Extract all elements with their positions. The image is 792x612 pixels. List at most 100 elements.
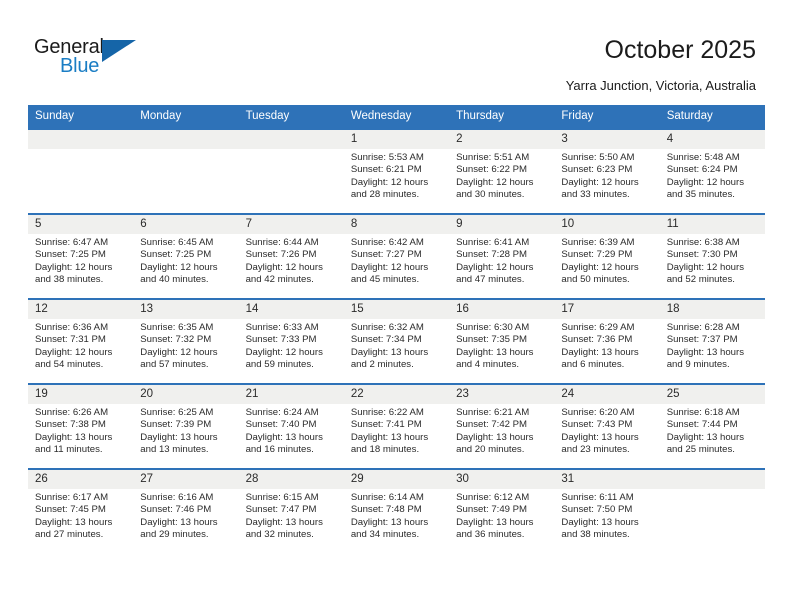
calendar-day-cell[interactable]: 19 Sunrise: 6:26 AM Sunset: 7:38 PM Dayligh… bbox=[28, 383, 134, 469]
day-daylight-line1-text: Daylight: 12 hours bbox=[666, 176, 745, 188]
calendar-day-cell[interactable]: 8 Sunrise: 6:42 AM Sunset: 7:27 PM Daylight… bbox=[343, 213, 450, 299]
weekday-header-sunday: Sunday bbox=[28, 105, 134, 129]
day-daylight-line1-text: Daylight: 13 hours bbox=[561, 346, 639, 358]
day-sunset-text: Sunset: 7:37 PM bbox=[666, 334, 738, 346]
day-sunrise-text: Sunrise: 6:45 AM bbox=[140, 237, 214, 248]
calendar-empty-cell bbox=[659, 468, 765, 553]
day-number: 2 bbox=[449, 130, 555, 149]
calendar-day-cell[interactable]: 10 Sunrise: 6:39 AM Sunset: 7:29 PM Dayligh… bbox=[554, 213, 660, 299]
day-daylight-line1-text: Daylight: 13 hours bbox=[350, 431, 429, 443]
day-sun-info: Sunrise: 5:53 AM Sunset: 6:21 PM Daylight:… bbox=[344, 149, 449, 202]
calendar-day-cell[interactable]: 24 Sunrise: 6:20 AM Sunset: 7:43 PM Dayligh… bbox=[554, 383, 660, 469]
calendar-day-cell[interactable]: 4 Sunrise: 5:48 AM Sunset: 6:24 PM Daylight… bbox=[659, 128, 765, 214]
day-sun-info: Sunrise: 6:35 AM Sunset: 7:32 PM Daylight:… bbox=[133, 319, 238, 372]
day-sunrise-text: Sunrise: 6:20 AM bbox=[561, 407, 635, 418]
calendar-empty-cell bbox=[238, 128, 344, 214]
calendar-day-cell[interactable]: 17 Sunrise: 6:29 AM Sunset: 7:36 PM Dayligh… bbox=[554, 298, 660, 384]
day-daylight-line2-text: and 38 minutes. bbox=[35, 274, 104, 286]
day-daylight-line2-text: and 42 minutes. bbox=[245, 274, 314, 286]
calendar-day-cell[interactable]: 18 Sunrise: 6:28 AM Sunset: 7:37 PM Dayligh… bbox=[659, 298, 765, 384]
day-daylight-line1-text: Daylight: 13 hours bbox=[456, 516, 534, 528]
day-sunset-text: Sunset: 7:44 PM bbox=[666, 419, 738, 431]
calendar-day-cell[interactable]: 28 Sunrise: 6:15 AM Sunset: 7:47 PM Dayligh… bbox=[238, 468, 344, 553]
day-sunset-text: Sunset: 6:21 PM bbox=[350, 164, 422, 176]
calendar-day-cell[interactable]: 14 Sunrise: 6:33 AM Sunset: 7:33 PM Dayligh… bbox=[238, 298, 344, 384]
day-sunset-text: Sunset: 7:38 PM bbox=[35, 419, 106, 431]
calendar-day-cell[interactable]: 15 Sunrise: 6:32 AM Sunset: 7:34 PM Dayligh… bbox=[343, 298, 450, 384]
weekday-header-monday: Monday bbox=[133, 105, 239, 129]
day-sunrise-text: Sunrise: 6:24 AM bbox=[245, 407, 319, 418]
day-number: 21 bbox=[238, 385, 344, 404]
calendar-day-cell[interactable]: 13 Sunrise: 6:35 AM Sunset: 7:32 PM Dayligh… bbox=[133, 298, 239, 384]
page-subtitle-location: Yarra Junction, Victoria, Australia bbox=[565, 78, 756, 93]
day-daylight-line1-text: Daylight: 13 hours bbox=[561, 431, 639, 443]
day-sunrise-text: Sunrise: 6:42 AM bbox=[350, 237, 424, 248]
day-daylight-line1-text: Daylight: 12 hours bbox=[561, 261, 639, 273]
day-sun-info: Sunrise: 6:47 AM Sunset: 7:25 PM Daylight:… bbox=[28, 234, 133, 287]
calendar-day-cell[interactable]: 27 Sunrise: 6:16 AM Sunset: 7:46 PM Dayligh… bbox=[133, 468, 239, 553]
calendar-day-cell[interactable]: 25 Sunrise: 6:18 AM Sunset: 7:44 PM Dayligh… bbox=[659, 383, 765, 469]
day-daylight-line1-text: Daylight: 12 hours bbox=[245, 346, 323, 358]
calendar-day-cell[interactable]: 22 Sunrise: 6:22 AM Sunset: 7:41 PM Dayligh… bbox=[343, 383, 450, 469]
calendar-day-cell[interactable]: 1 Sunrise: 5:53 AM Sunset: 6:21 PM Daylight… bbox=[343, 128, 450, 214]
day-number bbox=[28, 130, 134, 149]
calendar-day-cell[interactable]: 12 Sunrise: 6:36 AM Sunset: 7:31 PM Dayligh… bbox=[28, 298, 134, 384]
day-sunset-text: Sunset: 7:47 PM bbox=[245, 504, 317, 516]
day-daylight-line1-text: Daylight: 13 hours bbox=[350, 516, 429, 528]
weekday-header-thursday: Thursday bbox=[449, 105, 555, 129]
day-number: 28 bbox=[238, 470, 344, 489]
page-title: October 2025 bbox=[604, 36, 757, 64]
day-daylight-line2-text: and 35 minutes. bbox=[666, 189, 735, 201]
day-sunset-text: Sunset: 7:46 PM bbox=[140, 504, 212, 516]
day-daylight-line2-text: and 25 minutes. bbox=[666, 444, 735, 456]
calendar-day-cell[interactable]: 2 Sunrise: 5:51 AM Sunset: 6:22 PM Daylight… bbox=[449, 128, 555, 214]
day-sunset-text: Sunset: 7:28 PM bbox=[456, 249, 528, 261]
calendar-day-cell[interactable]: 5 Sunrise: 6:47 AM Sunset: 7:25 PM Daylight… bbox=[28, 213, 134, 299]
calendar-day-cell[interactable]: 3 Sunrise: 5:50 AM Sunset: 6:23 PM Daylight… bbox=[554, 128, 660, 214]
day-sun-info: Sunrise: 6:41 AM Sunset: 7:28 PM Daylight:… bbox=[449, 234, 554, 287]
calendar-day-cell[interactable]: 30 Sunrise: 6:12 AM Sunset: 7:49 PM Dayligh… bbox=[449, 468, 555, 553]
day-number: 5 bbox=[28, 215, 134, 234]
day-sunset-text: Sunset: 7:32 PM bbox=[140, 334, 212, 346]
calendar-day-cell[interactable]: 29 Sunrise: 6:14 AM Sunset: 7:48 PM Dayligh… bbox=[343, 468, 450, 553]
day-daylight-line2-text: and 16 minutes. bbox=[245, 444, 314, 456]
calendar-day-cell[interactable]: 11 Sunrise: 6:38 AM Sunset: 7:30 PM Dayligh… bbox=[659, 213, 765, 299]
day-daylight-line1-text: Daylight: 12 hours bbox=[140, 346, 218, 358]
day-sunrise-text: Sunrise: 6:15 AM bbox=[245, 492, 319, 503]
day-sunrise-text: Sunrise: 6:29 AM bbox=[561, 322, 635, 333]
day-number: 18 bbox=[659, 300, 765, 319]
day-sunset-text: Sunset: 6:22 PM bbox=[456, 164, 528, 176]
calendar-day-cell[interactable]: 31 Sunrise: 6:11 AM Sunset: 7:50 PM Dayligh… bbox=[554, 468, 660, 553]
day-daylight-line2-text: and 45 minutes. bbox=[350, 274, 420, 286]
day-sun-info: Sunrise: 5:48 AM Sunset: 6:24 PM Daylight:… bbox=[660, 149, 765, 202]
day-sunset-text: Sunset: 7:26 PM bbox=[245, 249, 317, 261]
day-sunrise-text: Sunrise: 6:36 AM bbox=[35, 322, 109, 333]
calendar-day-cell[interactable]: 7 Sunrise: 6:44 AM Sunset: 7:26 PM Daylight… bbox=[238, 213, 344, 299]
day-sunrise-text: Sunrise: 6:25 AM bbox=[140, 407, 214, 418]
day-daylight-line2-text: and 29 minutes. bbox=[140, 529, 209, 541]
day-sun-info: Sunrise: 6:25 AM Sunset: 7:39 PM Daylight:… bbox=[133, 404, 238, 457]
day-sunset-text: Sunset: 7:49 PM bbox=[456, 504, 528, 516]
calendar-day-cell[interactable]: 6 Sunrise: 6:45 AM Sunset: 7:25 PM Daylight… bbox=[133, 213, 239, 299]
day-sunset-text: Sunset: 7:35 PM bbox=[456, 334, 528, 346]
day-sun-info: Sunrise: 6:32 AM Sunset: 7:34 PM Daylight:… bbox=[344, 319, 449, 372]
day-daylight-line2-text: and 32 minutes. bbox=[245, 529, 314, 541]
day-sun-info: Sunrise: 6:42 AM Sunset: 7:27 PM Daylight:… bbox=[344, 234, 449, 287]
calendar-day-cell[interactable]: 26 Sunrise: 6:17 AM Sunset: 7:45 PM Dayligh… bbox=[28, 468, 134, 553]
day-daylight-line1-text: Daylight: 13 hours bbox=[456, 431, 534, 443]
day-sunrise-text: Sunrise: 6:12 AM bbox=[456, 492, 530, 503]
calendar-day-cell[interactable]: 20 Sunrise: 6:25 AM Sunset: 7:39 PM Dayligh… bbox=[133, 383, 239, 469]
calendar-day-cell[interactable]: 16 Sunrise: 6:30 AM Sunset: 7:35 PM Dayligh… bbox=[449, 298, 555, 384]
day-number bbox=[238, 130, 344, 149]
day-number: 1 bbox=[343, 130, 450, 149]
day-daylight-line1-text: Daylight: 12 hours bbox=[561, 176, 639, 188]
calendar-day-cell[interactable]: 23 Sunrise: 6:21 AM Sunset: 7:42 PM Dayligh… bbox=[449, 383, 555, 469]
day-daylight-line2-text: and 27 minutes. bbox=[35, 529, 104, 541]
day-sunrise-text: Sunrise: 6:18 AM bbox=[666, 407, 740, 418]
day-daylight-line2-text: and 52 minutes. bbox=[666, 274, 735, 286]
day-sunset-text: Sunset: 7:25 PM bbox=[140, 249, 212, 261]
calendar-day-cell[interactable]: 9 Sunrise: 6:41 AM Sunset: 7:28 PM Daylight… bbox=[449, 213, 555, 299]
day-number: 15 bbox=[343, 300, 450, 319]
day-sunset-text: Sunset: 7:27 PM bbox=[350, 249, 422, 261]
calendar-day-cell[interactable]: 21 Sunrise: 6:24 AM Sunset: 7:40 PM Dayligh… bbox=[238, 383, 344, 469]
